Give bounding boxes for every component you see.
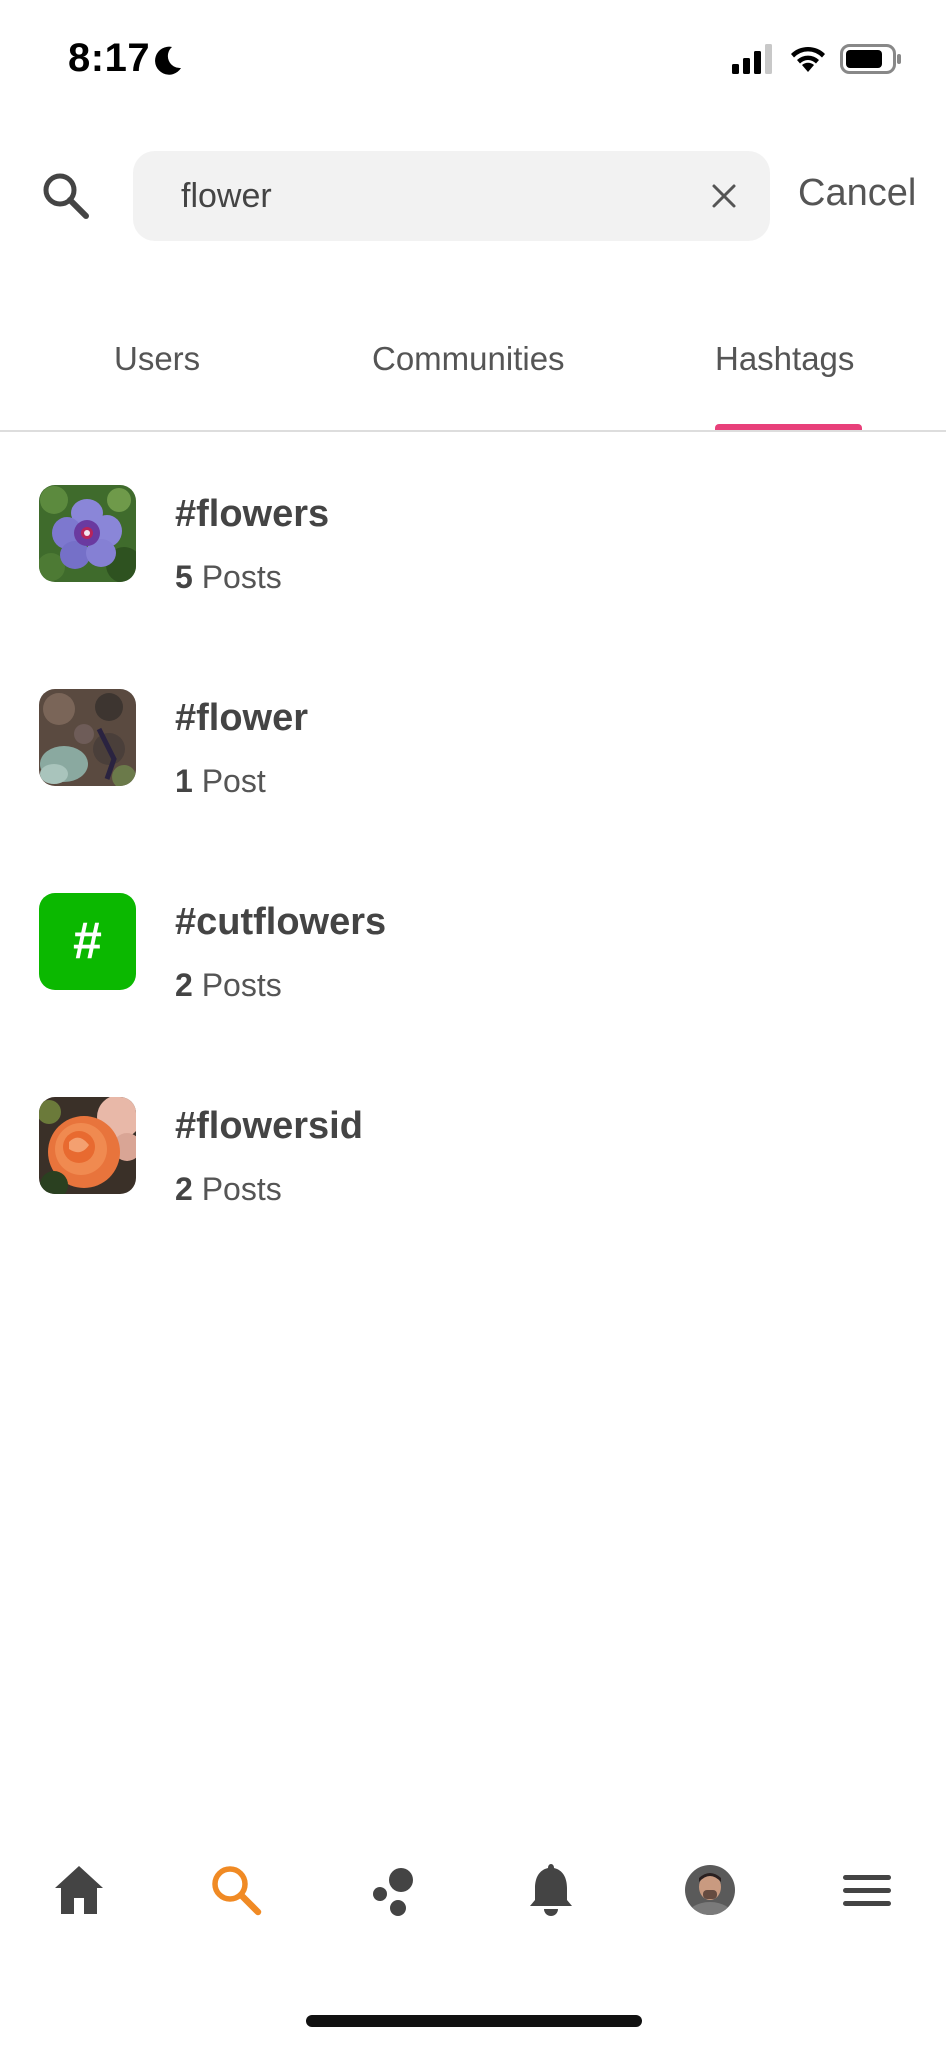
post-count-unit: Posts — [201, 559, 282, 595]
hashtag-name: #flowers — [175, 493, 330, 535]
post-count-unit: Posts — [201, 1171, 282, 1207]
hashtag-thumbnail — [39, 485, 136, 582]
hashtag-name: #flower — [175, 697, 309, 739]
tab-communities[interactable]: Communities — [372, 340, 565, 378]
tab-users[interactable]: Users — [114, 340, 200, 378]
hashtag-row-cutflowers[interactable]: # #cutflowers 2 Posts — [0, 893, 946, 1063]
post-count-number: 1 — [175, 763, 193, 799]
clear-icon[interactable] — [709, 181, 739, 211]
signal-icon — [732, 44, 772, 74]
hashtag-post-count: 2 Posts — [175, 967, 282, 1004]
menu-icon[interactable] — [837, 1860, 897, 1920]
hashtag-row-flowers[interactable]: #flowers 5 Posts — [0, 485, 946, 655]
hashtag-name: #flowersid — [175, 1105, 363, 1147]
hashtag-row-flowersid[interactable]: #flowersid 2 Posts — [0, 1097, 946, 1267]
tab-divider — [0, 430, 946, 432]
post-count-number: 2 — [175, 967, 193, 1003]
post-count-unit: Posts — [201, 967, 282, 1003]
hashtag-post-count: 1 Post — [175, 763, 266, 800]
hashtag-name: #cutflowers — [175, 901, 387, 943]
search-icon — [43, 173, 89, 219]
tab-hashtags[interactable]: Hashtags — [715, 340, 854, 378]
search-input[interactable] — [181, 151, 681, 241]
hash-icon: # — [39, 893, 136, 990]
battery-icon — [840, 44, 901, 74]
search-tabs: Users Communities Hashtags — [0, 330, 946, 430]
hashtag-post-count: 2 Posts — [175, 1171, 282, 1208]
avatar[interactable] — [680, 1860, 740, 1920]
status-time: 8:17 — [68, 36, 151, 80]
bell-icon[interactable] — [521, 1860, 581, 1920]
wifi-icon — [791, 46, 825, 72]
hashtag-thumbnail — [39, 1097, 136, 1194]
home-icon[interactable] — [49, 1860, 109, 1920]
hashtag-post-count: 5 Posts — [175, 559, 282, 596]
hashtag-row-flower[interactable]: #flower 1 Post — [0, 689, 946, 859]
search-box — [133, 151, 770, 241]
post-count-number: 2 — [175, 1171, 193, 1207]
communities-icon[interactable] — [363, 1860, 423, 1920]
hashtag-thumbnail — [39, 689, 136, 786]
cancel-button[interactable]: Cancel — [798, 172, 916, 215]
status-bar: 8:17 — [0, 0, 946, 120]
post-count-number: 5 — [175, 559, 193, 595]
moon-icon — [155, 46, 181, 75]
search-nav-icon[interactable] — [206, 1860, 266, 1920]
bottom-nav — [0, 1860, 946, 1940]
post-count-unit: Post — [201, 763, 266, 799]
home-indicator — [306, 2015, 642, 2027]
